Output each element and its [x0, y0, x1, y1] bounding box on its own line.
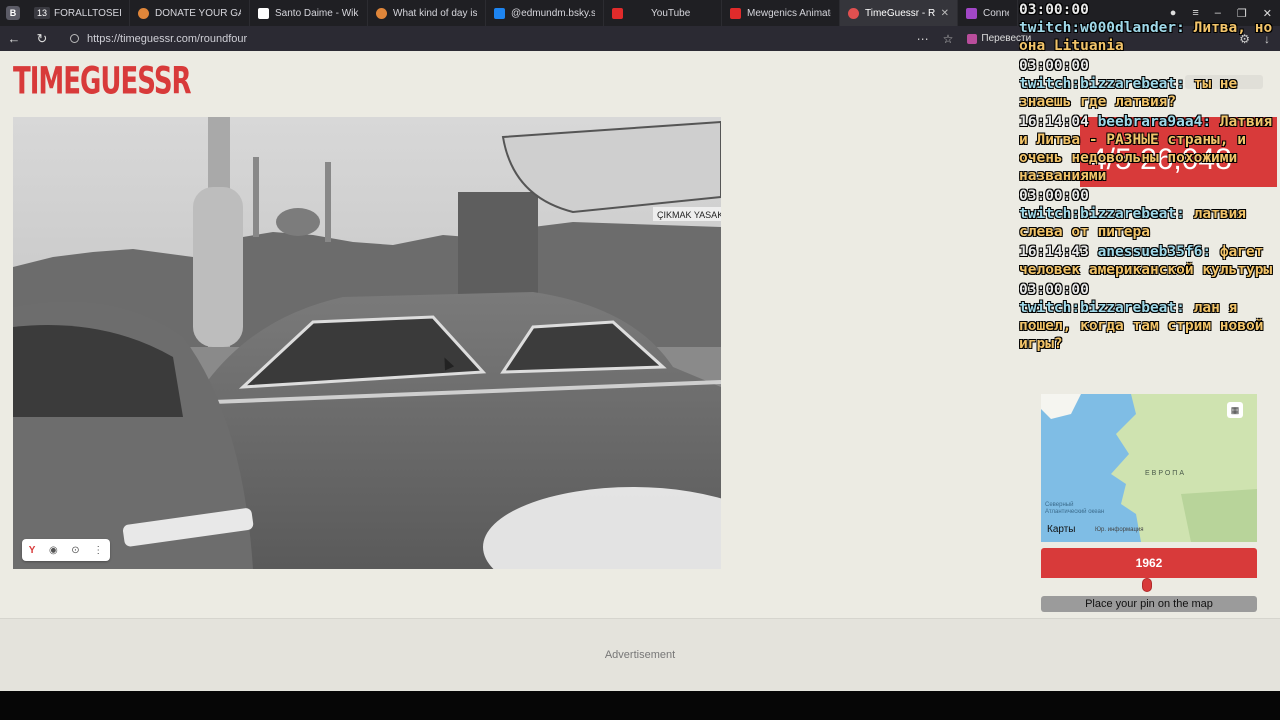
- eye-icon[interactable]: ◉: [49, 545, 58, 556]
- yandex-icon[interactable]: Y: [29, 545, 36, 556]
- youtube-favicon-icon: [612, 7, 623, 19]
- tab-mewgenics[interactable]: Mewgenics Animated: [722, 0, 840, 26]
- vintage-car-photo: ÇIKMAK YASAK: [13, 117, 721, 569]
- chat-username: twitch:w000dlander:: [1019, 20, 1185, 36]
- tab-connecti[interactable]: Connecti: [958, 0, 1018, 26]
- tab-bluesky[interactable]: @edmundm.bsky.soc: [486, 0, 604, 26]
- tab-label: TimeGuessr - Roun: [865, 7, 935, 19]
- url-text: https://timeguessr.com/roundfour: [87, 32, 248, 45]
- chat-timestamp: 03:00:00: [1019, 188, 1089, 204]
- map-legal-link[interactable]: Юр. информация: [1095, 527, 1144, 533]
- tab-label: DONATE YOUR GAME: [155, 7, 241, 19]
- wikipedia-favicon-icon: [258, 7, 269, 19]
- more-options-icon[interactable]: ⋯: [917, 32, 929, 46]
- bluesky-favicon-icon: [494, 7, 505, 19]
- chat-message: 03:00:00 twitch:w000dlander: Литва, но о…: [1019, 1, 1277, 55]
- translate-icon: [967, 33, 978, 44]
- photo-sign-text: ÇIKMAK YASAK: [657, 210, 721, 220]
- chat-message: 16:14:04 beebrara9aa4: Латвия и Литва - …: [1019, 113, 1277, 185]
- tab-label: What kind of day is it?: [393, 7, 477, 19]
- app-icon: B: [6, 6, 20, 20]
- chat-timestamp: 16:14:04: [1019, 114, 1089, 130]
- tab-what-kind-of-day[interactable]: What kind of day is it?: [368, 0, 486, 26]
- globe-favicon-icon: [376, 7, 387, 19]
- photo-toolbar: Y ◉ ⊙ ⋮: [22, 539, 110, 561]
- bookmark-icon[interactable]: ☆: [943, 32, 954, 46]
- chat-message: 03:00:00 twitch:bizzarebeat: латвия слев…: [1019, 187, 1277, 241]
- map-label-europe: ЕВРОПА: [1145, 470, 1186, 477]
- map-label-ocean: Северный Атлантический океан: [1045, 502, 1105, 515]
- chat-username: twitch:bizzarebeat:: [1019, 206, 1185, 222]
- tab-santo-daime[interactable]: Santo Daime - Wikipe: [250, 0, 368, 26]
- tab-label: Santo Daime - Wikipe: [275, 7, 359, 19]
- advertisement-banner: Advertisement: [0, 618, 1280, 691]
- chat-username: twitch:bizzarebeat:: [1019, 76, 1185, 92]
- youtube-favicon-icon: [730, 7, 741, 19]
- stream-chat-overlay: 03:00:00 twitch:w000dlander: Литва, но о…: [1019, 1, 1277, 399]
- tab-label: YouTube: [651, 7, 691, 19]
- guess-map[interactable]: ▦ ЕВРОПА Северный Атлантический океан Ка…: [1041, 394, 1257, 542]
- tab-count-badge: 13: [34, 7, 51, 19]
- tab-timeguessr[interactable]: TimeGuessr - Roun ✕: [840, 0, 958, 26]
- close-tab-icon[interactable]: ✕: [941, 8, 949, 19]
- tab-label: Connecti: [983, 7, 1009, 19]
- chat-message: 16:14:43 anessueb35f6: фагет человек аме…: [1019, 243, 1277, 279]
- tab-label: @edmundm.bsky.soc: [511, 7, 595, 19]
- tab-label: Mewgenics Animated: [747, 7, 831, 19]
- tab-foralltosee[interactable]: 13 FORALLTOSEE: [26, 0, 130, 26]
- chat-timestamp: 03:00:00: [1019, 282, 1089, 298]
- lens-search-icon[interactable]: ⊙: [71, 545, 79, 556]
- apple-maps-label: Карты: [1047, 524, 1076, 535]
- map-land: [1041, 394, 1257, 542]
- year-display: 1962: [1041, 548, 1257, 578]
- chat-username: anessueb35f6:: [1097, 244, 1212, 260]
- place-pin-button[interactable]: Place your pin on the map: [1041, 596, 1257, 612]
- address-bar[interactable]: https://timeguessr.com/roundfour: [60, 28, 995, 49]
- timeguessr-favicon-icon: [848, 7, 859, 19]
- advertisement-label: Advertisement: [604, 649, 676, 661]
- chat-message: 03:00:00 twitch:bizzarebeat: ты не знаеш…: [1019, 57, 1277, 111]
- round-photo[interactable]: ÇIKMAK YASAK: [13, 117, 721, 569]
- chat-username: beebrara9aa4:: [1097, 114, 1212, 130]
- tab-donate-your-game[interactable]: DONATE YOUR GAME: [130, 0, 250, 26]
- tab-youtube[interactable]: YouTube: [604, 0, 722, 26]
- connections-favicon-icon: [966, 7, 977, 19]
- chat-timestamp: 03:00:00: [1019, 58, 1089, 74]
- tab-label: FORALLTOSEE: [54, 7, 121, 19]
- reload-icon[interactable]: ↻: [28, 26, 56, 51]
- bottom-bar: [0, 691, 1280, 720]
- app-menu-button[interactable]: B: [0, 0, 26, 26]
- more-options-icon[interactable]: ⋮: [93, 545, 103, 556]
- map-expand-icon[interactable]: ▦: [1227, 402, 1243, 418]
- year-slider-thumb[interactable]: [1142, 578, 1152, 592]
- chat-timestamp: 16:14:43: [1019, 244, 1089, 260]
- timeguessr-logo[interactable]: TIMEGUESSR: [13, 63, 192, 101]
- chat-message: 03:00:00 twitch:bizzarebeat: лан я пошел…: [1019, 281, 1277, 353]
- chat-username: twitch:bizzarebeat:: [1019, 300, 1185, 316]
- globe-favicon-icon: [138, 7, 149, 19]
- chat-timestamp: 03:00:00: [1019, 2, 1089, 18]
- site-info-icon[interactable]: [70, 34, 79, 43]
- back-arrow-icon[interactable]: ←: [0, 26, 28, 51]
